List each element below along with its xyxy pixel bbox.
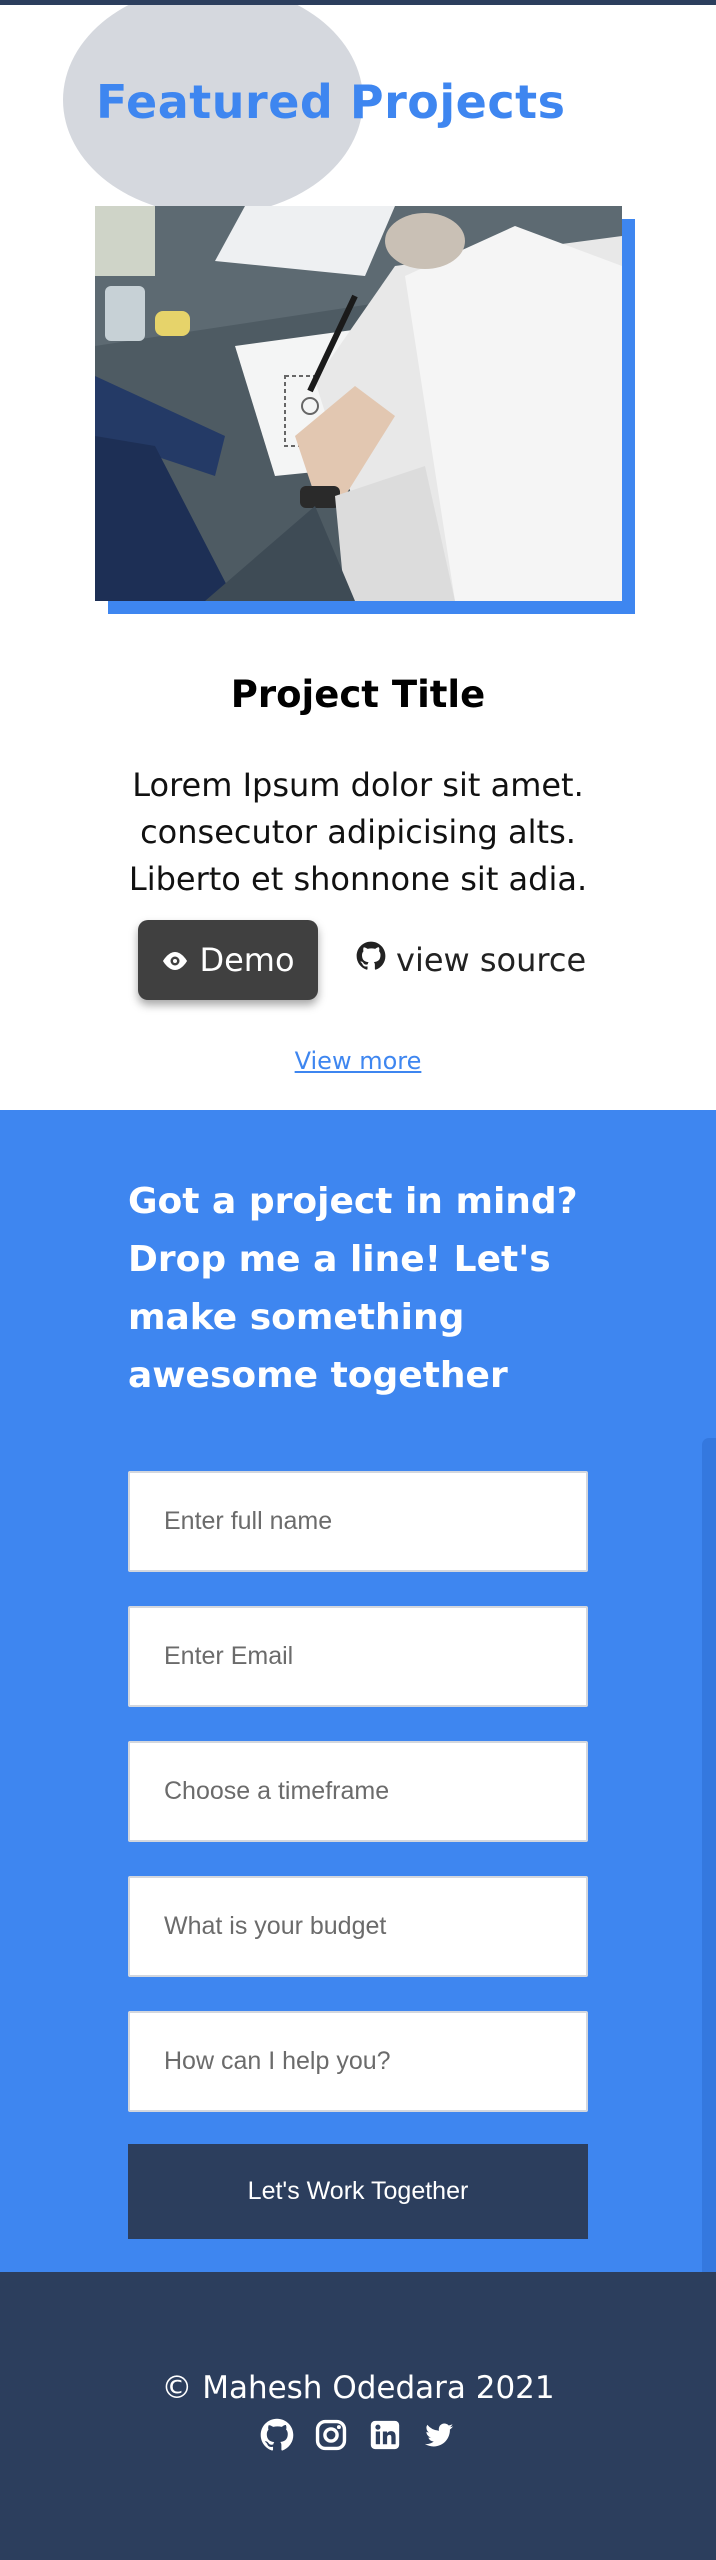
instagram-icon[interactable] (314, 2418, 348, 2452)
project-description: Lorem Ipsum dolor sit amet. consecutor a… (128, 766, 588, 898)
linkedin-icon[interactable] (368, 2418, 402, 2452)
demo-button[interactable]: Demo (138, 920, 318, 1000)
email-field[interactable] (128, 1606, 588, 1707)
copyright-text: © Mahesh Odedara 2021 (161, 2370, 555, 2406)
featured-projects-section: Featured Projects Project Title Lorem Ip… (0, 5, 716, 1110)
eye-icon (161, 941, 189, 979)
message-field[interactable] (128, 2011, 588, 2112)
twitter-icon[interactable] (422, 2418, 456, 2452)
view-source-link[interactable]: view source (356, 920, 586, 1000)
project-title: Project Title (230, 673, 486, 716)
submit-button[interactable]: Let's Work Together (128, 2144, 588, 2239)
demo-label: Demo (199, 941, 295, 979)
full-name-field[interactable] (128, 1471, 588, 1572)
scrollbar[interactable] (702, 1438, 716, 2272)
footer: © Mahesh Odedara 2021 (0, 2272, 716, 2560)
github-icon (356, 941, 386, 979)
view-source-label: view source (396, 941, 587, 979)
contact-section: Got a project in mind? Drop me a line! L… (0, 1110, 716, 2272)
github-icon[interactable] (260, 2418, 294, 2452)
view-more-link[interactable]: View more (0, 1047, 716, 1075)
timeframe-field[interactable] (128, 1741, 588, 1842)
contact-heading: Got a project in mind? Drop me a line! L… (128, 1181, 578, 1396)
social-links (0, 2418, 716, 2452)
section-title: Featured Projects (96, 75, 566, 129)
project-image (95, 206, 622, 601)
budget-field[interactable] (128, 1876, 588, 1977)
